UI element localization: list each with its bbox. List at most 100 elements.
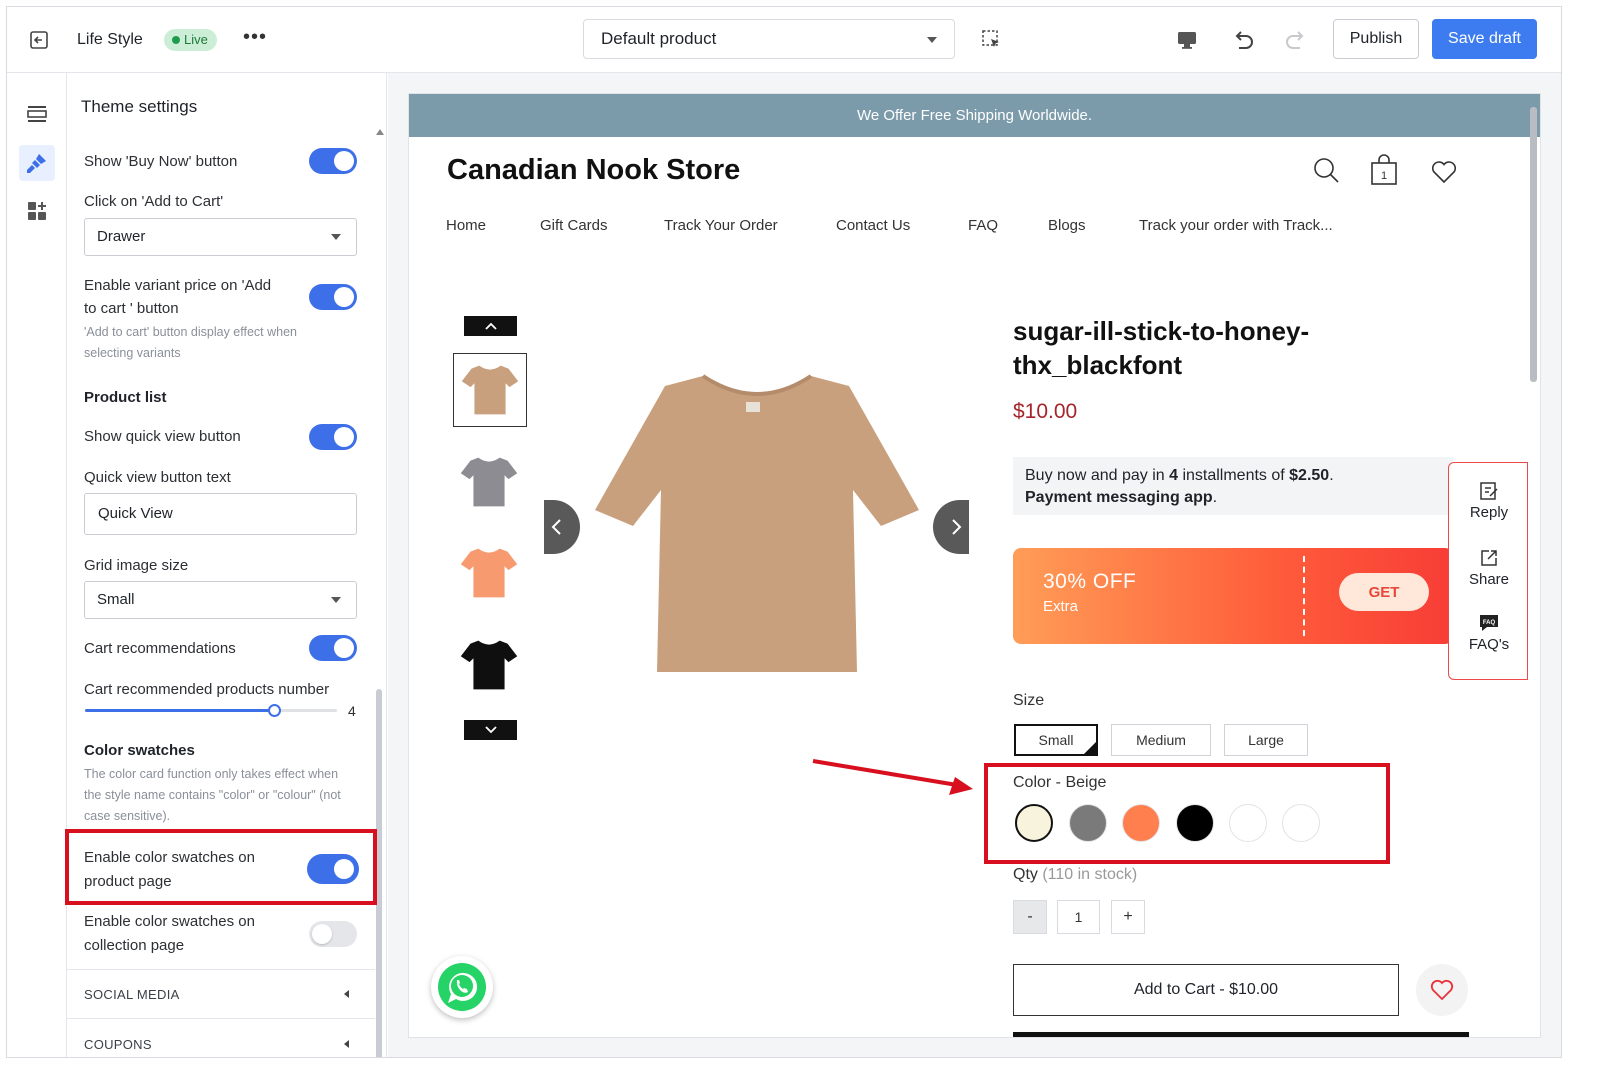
quick-view-text-input[interactable]: Quick View	[84, 493, 357, 535]
variant-price-toggle[interactable]	[309, 284, 357, 310]
undo-icon[interactable]	[1230, 26, 1256, 52]
size-option-medium[interactable]: Medium	[1111, 724, 1211, 756]
search-icon[interactable]	[1312, 156, 1340, 184]
qty-label-text: Qty	[1013, 866, 1038, 883]
reply-button[interactable]: Reply	[1449, 481, 1529, 521]
qty-input[interactable]: 1	[1057, 900, 1100, 934]
svg-text:FAQ: FAQ	[1483, 620, 1496, 626]
grid-image-size-value: Small	[97, 591, 135, 608]
buy-now-button[interactable]	[1013, 1032, 1469, 1037]
template-select[interactable]: Default product	[583, 19, 955, 59]
chevron-left-icon	[344, 1040, 349, 1048]
slider-fill	[85, 709, 274, 712]
cart-icon[interactable]: 1	[1370, 154, 1398, 186]
variant-price-help-line2: selecting variants	[84, 346, 181, 360]
social-media-section[interactable]: SOCIAL MEDIA	[84, 987, 180, 1002]
swatch-collection-toggle[interactable]	[309, 921, 357, 947]
store-logo-text[interactable]: Canadian Nook Store	[447, 154, 740, 187]
apps-button[interactable]	[19, 193, 55, 229]
qty-decrement-button[interactable]: -	[1013, 900, 1047, 934]
carousel-prev-button[interactable]	[544, 500, 580, 554]
share-icon	[1481, 550, 1497, 566]
faq-label: FAQ's	[1468, 636, 1510, 653]
coupon-get-button[interactable]: GET	[1339, 573, 1429, 611]
variant-price-help-line1: 'Add to cart' button display effect when	[84, 325, 298, 339]
cart-recs-label: Cart recommendations	[84, 640, 236, 657]
thumbnail-black[interactable]	[453, 629, 527, 703]
qty-increment-button[interactable]: +	[1111, 900, 1145, 934]
thumbnail-down-button[interactable]	[464, 720, 517, 740]
cart-recs-number-label: Cart recommended products number	[84, 681, 330, 698]
wishlist-heart-icon[interactable]	[1431, 160, 1457, 184]
nav-track-your-order[interactable]: Track Your Order	[664, 217, 778, 234]
storefront-preview: We Offer Free Shipping Worldwide. Canadi…	[408, 93, 1541, 1038]
thumbnail-orange[interactable]	[453, 537, 527, 611]
share-label: Share	[1468, 571, 1510, 588]
whatsapp-button[interactable]	[431, 956, 493, 1018]
element-picker-icon[interactable]	[981, 29, 1001, 49]
qty-label: Qty (110 in stock)	[1013, 866, 1137, 884]
exit-icon[interactable]	[27, 28, 51, 52]
product-title: sugar-ill-stick-to-honey-thx_blackfont	[1013, 316, 1310, 380]
faq-button[interactable]: FAQ FAQ's	[1449, 613, 1529, 653]
scroll-up-arrow-icon[interactable]	[376, 129, 384, 135]
desktop-preview-icon[interactable]	[1175, 28, 1199, 52]
color-swatches-help-line2: the style name contains "color" or "colo…	[84, 788, 341, 802]
heart-icon	[1430, 979, 1454, 1001]
theme-settings-panel: Theme settings Show 'Buy Now' button Cli…	[67, 73, 387, 1057]
preview-scrollbar-thumb[interactable]	[1530, 107, 1537, 382]
save-draft-button[interactable]: Save draft	[1432, 19, 1537, 59]
faq-chat-icon: FAQ	[1480, 615, 1498, 631]
reply-label: Reply	[1469, 504, 1509, 521]
add-to-wishlist-button[interactable]	[1416, 964, 1468, 1016]
grid-image-size-label: Grid image size	[84, 557, 189, 574]
chevron-up-icon	[485, 322, 497, 330]
icon-rail	[7, 73, 67, 1057]
nav-home[interactable]: Home	[446, 217, 486, 234]
variant-price-label-line1: Enable variant price on 'Add	[84, 277, 272, 294]
quick-view-toggle[interactable]	[309, 424, 357, 450]
product-main-image[interactable]	[595, 372, 919, 677]
preview-scrollbar[interactable]	[1529, 94, 1538, 1037]
add-to-cart-click-label: Click on 'Add to Cart'	[84, 193, 224, 210]
add-to-cart-click-select[interactable]: Drawer	[84, 218, 357, 256]
add-to-cart-button[interactable]: Add to Cart - $10.00	[1013, 964, 1399, 1016]
sections-icon	[27, 106, 47, 122]
publish-button[interactable]: Publish	[1333, 19, 1419, 59]
thumb-shirt-1	[460, 457, 518, 507]
buy-now-label: Show 'Buy Now' button	[84, 153, 238, 170]
nav-gift-cards[interactable]: Gift Cards	[540, 217, 608, 234]
cart-recs-toggle[interactable]	[309, 635, 357, 661]
theme-settings-button[interactable]	[19, 145, 55, 181]
chevron-left-icon	[344, 990, 349, 998]
more-menu-button[interactable]: •••	[243, 26, 267, 49]
share-button[interactable]: Share	[1449, 548, 1529, 588]
redo-icon[interactable]	[1283, 26, 1309, 52]
divider	[67, 969, 375, 970]
size-option-large[interactable]: Large	[1224, 724, 1308, 756]
carousel-next-button[interactable]	[933, 500, 969, 554]
chevron-down-icon	[331, 597, 341, 603]
sections-button[interactable]	[19, 96, 55, 132]
slider-handle[interactable]	[268, 704, 281, 717]
nav-blogs[interactable]: Blogs	[1048, 217, 1086, 234]
nav-contact-us[interactable]: Contact Us	[836, 217, 910, 234]
coupons-section[interactable]: COUPONS	[84, 1037, 152, 1052]
coupon-banner: 30% OFF Extra GET	[1013, 548, 1453, 644]
thumbnail-beige[interactable]	[453, 353, 527, 427]
buy-now-toggle[interactable]	[309, 148, 357, 174]
size-option-small[interactable]: Small	[1014, 724, 1098, 756]
edit-icon	[1480, 482, 1498, 500]
panel-scrollbar[interactable]	[376, 129, 384, 1057]
color-swatches-help-line1: The color card function only takes effec…	[84, 767, 339, 781]
stock-count: (110 in stock)	[1042, 866, 1138, 883]
floating-support-panel: Reply Share FAQ FAQ's	[1448, 462, 1528, 680]
thumbnail-gray[interactable]	[453, 446, 527, 520]
thumbnail-up-button[interactable]	[464, 316, 517, 336]
color-swatches-heading: Color swatches	[84, 742, 195, 759]
grid-image-size-select[interactable]: Small	[84, 581, 357, 619]
nav-track-order-app[interactable]: Track your order with Track...	[1139, 217, 1333, 234]
cart-recs-number-slider[interactable]	[85, 704, 337, 717]
announcement-bar: We Offer Free Shipping Worldwide.	[409, 94, 1540, 137]
nav-faq[interactable]: FAQ	[968, 217, 998, 234]
